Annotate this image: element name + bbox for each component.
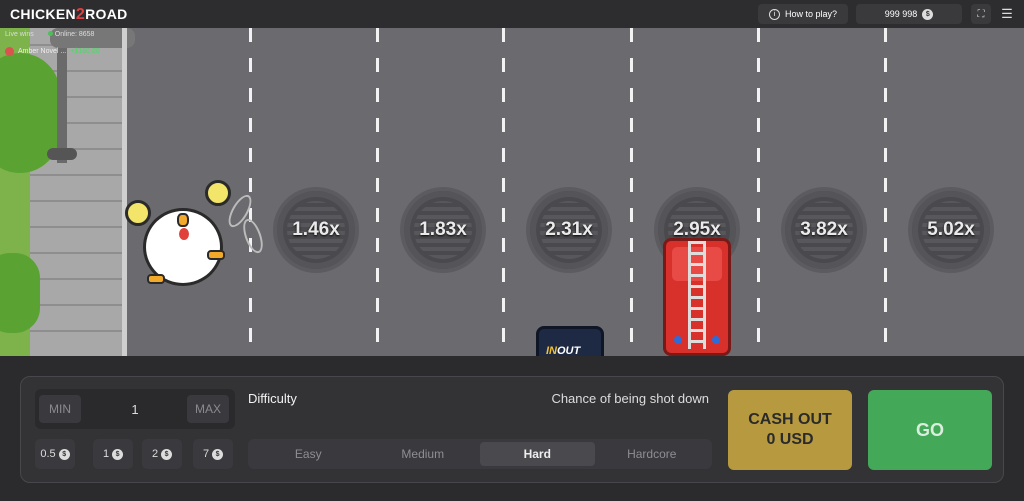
currency-icon: $: [161, 448, 173, 460]
quick-bet-button[interactable]: 0.5 $: [35, 439, 75, 469]
win-amount: +$160.00: [70, 48, 100, 55]
live-wins-bar: Live wins Online: 8658: [5, 31, 94, 38]
multiplier-label: 3.82x: [800, 219, 848, 240]
online-count: Online: 8658: [47, 31, 94, 38]
how-to-play-label: How to play?: [784, 9, 838, 19]
cash-out-amount: 0 USD: [766, 431, 814, 448]
curb: [122, 28, 127, 356]
menu-button[interactable]: ☰: [998, 4, 1016, 24]
online-dot-icon: [47, 31, 53, 36]
fullscreen-button[interactable]: ⛶: [971, 4, 991, 24]
quick-bet-value: 7: [202, 448, 210, 460]
lane-divider: [376, 28, 379, 356]
manhole-multiplier[interactable]: 2.31x: [526, 187, 612, 273]
quick-bet-button[interactable]: 1 $: [93, 439, 133, 469]
top-bar: CHICKEN2ROAD i How to play? 999 998 $ ⛶ …: [0, 0, 1024, 28]
lane-divider: [502, 28, 505, 356]
chicken-foot: [207, 250, 225, 260]
chicken-player: [125, 180, 231, 288]
manhole-multiplier[interactable]: 1.83x: [400, 187, 486, 273]
currency-icon: $: [922, 8, 934, 20]
chicken-wattle: [179, 228, 189, 240]
fullscreen-icon: ⛶: [977, 8, 985, 20]
manhole-multiplier[interactable]: 3.82x: [781, 187, 867, 273]
currency-icon: $: [58, 448, 70, 460]
difficulty-easy[interactable]: Easy: [251, 442, 366, 466]
street-lamp-pole: [57, 43, 67, 163]
info-icon: i: [768, 8, 780, 20]
multiplier-label: 1.83x: [419, 219, 467, 240]
logo-text-left: CHICKEN: [10, 6, 76, 22]
siren-light: [712, 336, 720, 344]
avatar: [5, 47, 14, 56]
quick-bet-button[interactable]: 7 $: [193, 439, 233, 469]
delivery-van: INOUT: [536, 326, 604, 356]
cash-out-button[interactable]: CASH OUT 0 USD: [728, 390, 852, 470]
control-panel: MIN 1 MAX 0.5 $ 1 $ 2 $ 7 $ Difficulty C…: [20, 376, 1004, 483]
bush-bottom: [0, 253, 40, 333]
lane-divider: [757, 28, 760, 356]
max-bet-button[interactable]: MAX: [187, 395, 229, 423]
balance-value: 999 998: [884, 9, 918, 19]
chance-label: Chance of being shot down: [551, 391, 709, 406]
game-app: CHICKEN2ROAD i How to play? 999 998 $ ⛶ …: [0, 0, 1024, 501]
van-logo: INOUT: [546, 345, 581, 356]
quick-bet-value: 0.5: [40, 448, 56, 460]
quick-bet-button[interactable]: 2 $: [142, 439, 182, 469]
quick-bet-value: 1: [102, 448, 110, 460]
fire-truck-ladder: [688, 241, 706, 349]
quick-bet-value: 2: [151, 448, 159, 460]
lane-divider: [884, 28, 887, 356]
difficulty-selector: Easy Medium Hard Hardcore: [248, 439, 712, 469]
difficulty-hard[interactable]: Hard: [480, 442, 595, 466]
chicken-eye: [125, 200, 151, 226]
recent-win-row: Amber Novel ... +$160.00: [5, 47, 100, 56]
multiplier-label: 1.46x: [292, 219, 340, 240]
chicken-beak: [177, 213, 189, 227]
winner-name: Amber Novel ...: [18, 48, 67, 55]
siren-light: [674, 336, 682, 344]
currency-icon: $: [212, 448, 224, 460]
live-wins-label: Live wins: [5, 31, 34, 38]
min-bet-button[interactable]: MIN: [39, 395, 81, 423]
difficulty-label: Difficulty: [248, 391, 297, 406]
fire-truck: [663, 238, 731, 356]
multiplier-label: 2.31x: [545, 219, 593, 240]
street-lamp-base: [47, 148, 77, 160]
chicken-foot: [147, 274, 165, 284]
bet-amount-input[interactable]: 1: [85, 395, 185, 423]
currency-icon: $: [112, 448, 124, 460]
game-logo: CHICKEN2ROAD: [10, 6, 128, 24]
hamburger-icon: ☰: [1001, 6, 1013, 21]
lane-divider: [249, 28, 252, 356]
how-to-play-button[interactable]: i How to play?: [758, 4, 848, 24]
go-button[interactable]: GO: [868, 390, 992, 470]
feather-icon: [239, 216, 267, 256]
cash-out-label: CASH OUT: [748, 411, 832, 428]
logo-number: 2: [75, 6, 86, 23]
logo-text-right: ROAD: [85, 6, 128, 22]
balance-display: 999 998 $: [856, 4, 962, 24]
chicken-eye: [205, 180, 231, 206]
difficulty-medium[interactable]: Medium: [366, 442, 481, 466]
manhole-multiplier[interactable]: 5.02x: [908, 187, 994, 273]
sidewalk: [0, 28, 135, 356]
difficulty-hardcore[interactable]: Hardcore: [595, 442, 710, 466]
game-field: 1.46x 1.83x 2.31x 2.95x 3.82x 5.02x INOU…: [0, 28, 1024, 356]
multiplier-label: 5.02x: [927, 219, 975, 240]
lane-divider: [630, 28, 633, 356]
bet-amount-box: MIN 1 MAX: [35, 389, 235, 429]
manhole-multiplier[interactable]: 1.46x: [273, 187, 359, 273]
